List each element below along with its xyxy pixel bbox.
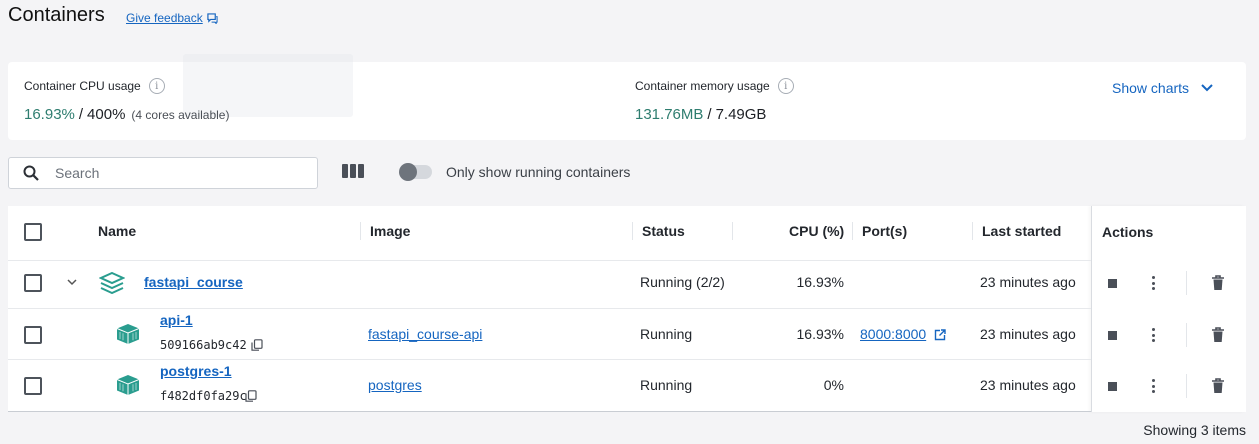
more-options-dot <box>1151 339 1155 342</box>
info-icon[interactable]: i <box>148 78 165 94</box>
container-last-started: 23 minutes ago <box>980 326 1076 342</box>
column-divider[interactable] <box>632 222 633 240</box>
actions-divider <box>1186 323 1187 347</box>
running-only-label: Only show running containers <box>446 164 631 180</box>
group-cpu: 16.93% <box>796 274 844 290</box>
actions-divider <box>1186 271 1187 295</box>
more-options-icon[interactable] <box>1151 276 1155 290</box>
column-divider[interactable] <box>972 222 973 240</box>
group-status: Running (2/2) <box>640 274 725 290</box>
memory-usage-label-row: Container memory usage i <box>635 78 794 94</box>
column-header-actions: Actions <box>1102 224 1154 240</box>
container-name-link[interactable]: api-1 <box>160 312 193 328</box>
toggle-knob <box>399 163 417 181</box>
item-count: Showing 3 items <box>1143 422 1246 438</box>
cpu-cores-available: (4 cores available) <box>131 108 230 122</box>
container-icon <box>116 324 140 344</box>
copy-icon[interactable] <box>251 339 263 351</box>
container-status: Running <box>640 377 693 393</box>
container-last-started: 23 minutes ago <box>980 377 1076 393</box>
more-options-dot <box>1151 379 1155 382</box>
group-last-started: 23 minutes ago <box>980 274 1076 290</box>
search-icon <box>23 165 39 181</box>
external-link-icon[interactable] <box>934 329 946 341</box>
memory-used-value: 131.76MB <box>635 106 704 123</box>
memory-usage-value: 131.76MB / 7.49GB <box>635 106 766 123</box>
feedback-icon <box>207 12 218 24</box>
column-header-cpu[interactable]: CPU (%) <box>789 223 844 239</box>
table-bottom-border <box>8 411 1091 412</box>
columns-icon-bar <box>350 164 356 178</box>
show-charts-label: Show charts <box>1112 80 1190 96</box>
search-field[interactable] <box>8 157 318 189</box>
column-header-image[interactable]: Image <box>370 223 410 239</box>
stack-icon <box>99 272 125 294</box>
columns-icon-bar <box>342 164 348 178</box>
column-settings-button[interactable] <box>342 164 364 182</box>
stop-icon[interactable] <box>1108 382 1117 391</box>
port-link[interactable]: 8000:8000 <box>860 326 926 342</box>
column-divider[interactable] <box>360 222 361 240</box>
column-header-ports[interactable]: Port(s) <box>862 223 907 239</box>
image-link[interactable]: fastapi_course-api <box>368 326 482 342</box>
give-feedback-label: Give feedback <box>126 11 203 25</box>
more-options-dot <box>1151 281 1155 285</box>
memory-separator: / <box>707 106 712 123</box>
cpu-total-value: 400% <box>87 106 126 123</box>
stop-icon[interactable] <box>1108 279 1117 288</box>
more-options-dot <box>1151 276 1155 279</box>
chevron-down-icon[interactable] <box>67 279 77 286</box>
memory-total-value: 7.49GB <box>715 106 767 123</box>
container-id: 509166ab9c42 <box>160 338 247 352</box>
row-checkbox[interactable] <box>24 326 42 344</box>
copy-icon[interactable] <box>245 390 257 402</box>
trash-icon[interactable] <box>1211 327 1225 343</box>
cpu-used-value: 16.93% <box>24 106 75 123</box>
row-checkbox[interactable] <box>24 274 42 292</box>
chevron-down-icon <box>1201 84 1213 92</box>
more-options-dot <box>1151 384 1155 388</box>
cpu-separator: / <box>78 106 84 123</box>
container-id: f482df0fa29c <box>160 389 247 403</box>
column-header-last-started[interactable]: Last started <box>982 223 1061 239</box>
row-checkbox[interactable] <box>24 377 42 395</box>
more-options-icon[interactable] <box>1151 328 1155 342</box>
cpu-usage-label-row: Container CPU usage i <box>24 78 165 94</box>
actions-divider <box>1186 374 1187 398</box>
column-header-name[interactable]: Name <box>98 223 136 239</box>
running-only-toggle[interactable] <box>399 163 432 181</box>
row-divider <box>8 359 1091 360</box>
columns-icon-bar <box>358 164 364 178</box>
select-all-checkbox[interactable] <box>24 223 42 241</box>
memory-usage-label: Container memory usage <box>635 79 770 93</box>
show-charts-button[interactable]: Show charts <box>1112 80 1213 96</box>
cpu-usage-label: Container CPU usage <box>24 79 141 93</box>
trash-icon[interactable] <box>1211 275 1225 291</box>
more-options-dot <box>1151 287 1155 290</box>
container-cpu: 0% <box>823 377 844 393</box>
header-divider <box>8 260 1091 261</box>
container-status: Running <box>640 326 693 342</box>
trash-icon[interactable] <box>1211 378 1225 394</box>
cpu-usage-value: 16.93% / 400% (4 cores available) <box>24 106 229 123</box>
container-name-link[interactable]: postgres-1 <box>160 363 232 379</box>
stop-icon[interactable] <box>1108 331 1117 340</box>
column-divider[interactable] <box>852 222 853 240</box>
container-cpu: 16.93% <box>796 326 844 342</box>
give-feedback-link[interactable]: Give feedback <box>126 11 218 25</box>
info-icon[interactable]: i <box>777 78 794 94</box>
group-name-link[interactable]: fastapi_course <box>144 274 243 290</box>
more-options-dot <box>1151 328 1155 331</box>
more-options-dot <box>1151 333 1155 337</box>
row-divider <box>8 308 1091 309</box>
page-title: Containers <box>8 4 105 26</box>
container-icon <box>116 375 140 395</box>
more-options-dot <box>1151 390 1155 393</box>
column-divider[interactable] <box>732 222 733 240</box>
more-options-icon[interactable] <box>1151 379 1155 393</box>
column-header-status[interactable]: Status <box>642 223 685 239</box>
image-link[interactable]: postgres <box>368 377 422 393</box>
search-input[interactable] <box>53 164 293 182</box>
